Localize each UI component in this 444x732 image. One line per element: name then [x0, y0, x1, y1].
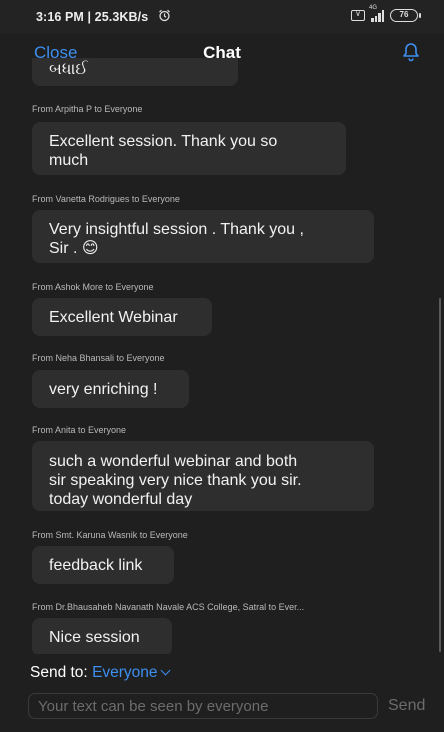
send-to-label: Send to:	[30, 664, 88, 681]
message-text: feedback link	[49, 557, 143, 574]
send-to-row: Send to: Everyone	[30, 664, 170, 682]
message-bubble: very enriching !	[32, 370, 189, 408]
message-text: Very insightful session . Thank you ,	[49, 221, 304, 238]
message-text: Sir . 😊	[49, 240, 99, 257]
chat-message-input[interactable]	[28, 693, 378, 719]
message-bubble: Nice session	[32, 618, 172, 654]
message-bubble: Excellent Webinar	[32, 298, 212, 336]
send-to-dropdown[interactable]: Everyone	[92, 664, 170, 681]
message-sender: From Arpitha P to Everyone	[32, 104, 143, 114]
message-bubble: feedback link	[32, 546, 174, 584]
status-bar: 3:16 PM | 25.3KB/s V 4G 76	[0, 0, 444, 34]
send-button[interactable]: Send	[388, 697, 425, 715]
chat-scrollbar[interactable]	[439, 298, 441, 652]
message-text: much	[49, 152, 89, 169]
message-text: such a wonderful webinar and both	[49, 453, 298, 470]
volte-icon: V	[351, 10, 365, 21]
message-sender: From Neha Bhansali to Everyone	[32, 353, 165, 363]
message-bubble: Excellent session. Thank you so much	[32, 122, 346, 175]
message-bubble: such a wonderful webinar and both sir sp…	[32, 441, 374, 511]
message-text: today wonderful day	[49, 491, 193, 508]
signal-icon: 4G	[369, 5, 384, 22]
message-text: Nice session	[49, 629, 140, 646]
message-sender: From Dr.Bhausaheb Navanath Navale ACS Co…	[32, 602, 305, 612]
message-sender: From Ashok More to Everyone	[32, 282, 154, 292]
message-text: બધાઈ	[49, 61, 88, 78]
message-sender: From Smt. Karuna Wasnik to Everyone	[32, 530, 188, 540]
message-bubble: Very insightful session . Thank you , Si…	[32, 210, 374, 263]
alarm-clock-icon	[158, 9, 171, 27]
message-text: Excellent session. Thank you so	[49, 133, 278, 150]
battery-icon: 76	[390, 9, 421, 22]
message-bubble: બધાઈ	[32, 58, 238, 86]
message-text: Excellent Webinar	[49, 309, 178, 326]
status-icons: V 4G 76	[351, 5, 421, 22]
message-sender: From Vanetta Rodrigues to Everyone	[32, 194, 180, 204]
network-type: 4G	[369, 4, 378, 11]
status-time-speed: 3:16 PM | 25.3KB/s	[36, 10, 149, 24]
message-sender: From Anita to Everyone	[32, 425, 127, 435]
message-text: sir speaking very nice thank you sir.	[49, 472, 302, 489]
send-to-value: Everyone	[92, 664, 158, 681]
chat-messages[interactable]: બધાઈ From Arpitha P to Everyone Excellen…	[0, 58, 444, 654]
message-text: very enriching !	[49, 381, 158, 398]
chevron-down-icon	[160, 665, 170, 676]
